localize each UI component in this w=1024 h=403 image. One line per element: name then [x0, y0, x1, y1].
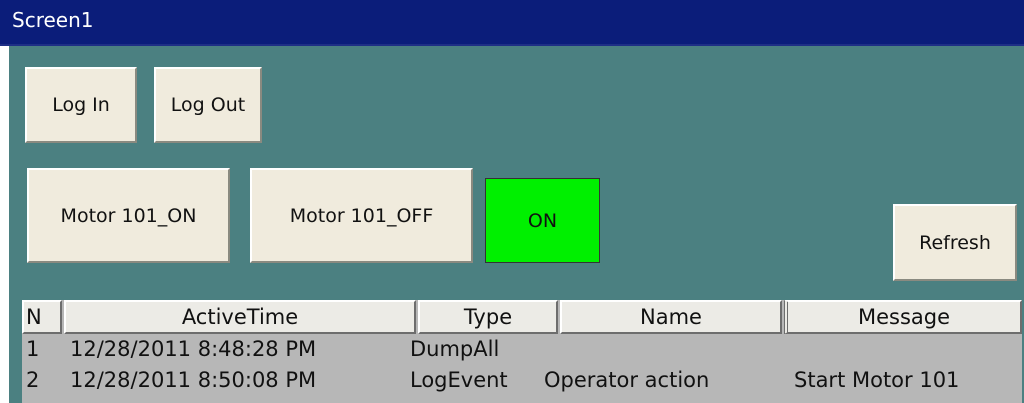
table-row[interactable]: 2 12/28/2011 8:50:08 PM LogEvent Operato…: [22, 367, 1022, 395]
refresh-button[interactable]: Refresh: [893, 204, 1017, 281]
cell-type: DumpAll: [410, 337, 500, 361]
cell-active-time: 12/28/2011 8:50:08 PM: [70, 368, 317, 392]
grid-header: N ActiveTime Type Name Message: [22, 300, 1022, 336]
column-header-activetime[interactable]: ActiveTime: [64, 300, 416, 334]
cell-type: LogEvent: [410, 368, 508, 392]
refresh-label: Refresh: [919, 231, 991, 254]
column-header-label: Message: [857, 305, 951, 329]
motor-status-label: ON: [527, 209, 558, 232]
window-title: Screen1: [12, 8, 94, 32]
cell-message: Start Motor 101: [794, 368, 960, 392]
table-row[interactable]: 1 12/28/2011 8:48:28 PM DumpAll: [22, 336, 1022, 364]
motor-on-label: Motor 101_ON: [60, 204, 197, 227]
hmi-screen: Screen1 Log In Log Out Motor 101_ON Moto…: [0, 0, 1024, 403]
event-log-grid[interactable]: N ActiveTime Type Name Message 1 12/28/2…: [22, 300, 1022, 403]
cell-name: Operator action: [544, 368, 710, 392]
motor-off-button[interactable]: Motor 101_OFF: [250, 168, 473, 263]
log-in-button[interactable]: Log In: [25, 67, 137, 143]
column-header-type[interactable]: Type: [418, 300, 558, 334]
cell-n: 1: [26, 337, 40, 361]
motor-status-indicator: ON: [485, 178, 600, 263]
column-header-message[interactable]: Message: [784, 300, 1022, 334]
column-header-n[interactable]: N: [22, 300, 62, 334]
log-out-button[interactable]: Log Out: [154, 67, 262, 143]
log-in-label: Log In: [52, 94, 110, 116]
cell-active-time: 12/28/2011 8:48:28 PM: [70, 337, 317, 361]
column-header-name[interactable]: Name: [560, 300, 782, 334]
column-header-label: Type: [463, 305, 513, 329]
motor-off-label: Motor 101_OFF: [289, 204, 434, 227]
column-header-label: Name: [640, 305, 702, 329]
title-bar: Screen1: [0, 0, 1024, 46]
cell-n: 2: [26, 368, 40, 392]
column-header-label: N: [26, 305, 42, 329]
log-out-label: Log Out: [170, 94, 246, 116]
motor-on-button[interactable]: Motor 101_ON: [27, 168, 230, 263]
column-header-label: ActiveTime: [181, 305, 299, 329]
